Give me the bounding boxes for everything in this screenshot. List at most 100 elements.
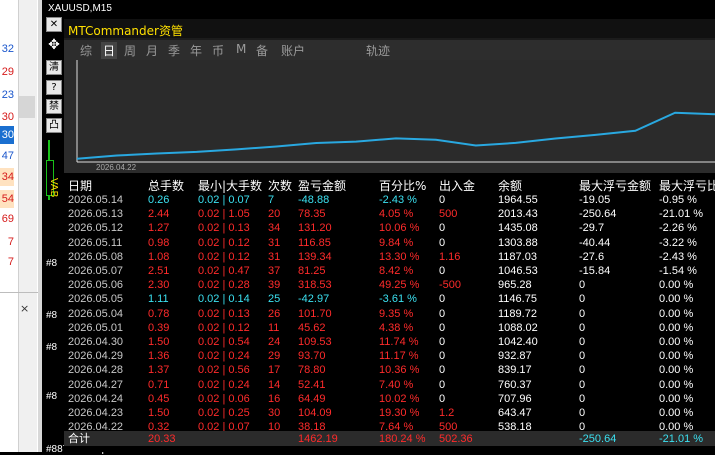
column-header[interactable]: 最大浮亏金额 <box>579 177 651 194</box>
cell-inout: 0 <box>439 336 446 348</box>
tab-0[interactable]: 综 <box>80 42 92 59</box>
cell-lots: 1.27 <box>148 222 170 235</box>
total-pct: 180.24 % <box>379 433 426 445</box>
table-row[interactable]: 2026.05.14 0.26 0.02 | 0.07 7 -48.88 -2.43 % 0… <box>64 193 715 207</box>
tab-10[interactable]: 轨迹 <box>366 42 390 59</box>
table-row[interactable]: 2026.05.06 2.30 0.02 | 0.28 39 318.53 49.25 %… <box>64 278 715 292</box>
tab-4[interactable]: 季 <box>168 42 180 59</box>
panel-splitter[interactable] <box>38 0 42 452</box>
balance-curve-line <box>76 111 715 160</box>
disable-button[interactable]: 禁 <box>46 99 62 114</box>
cell-count: 30 <box>268 407 281 419</box>
cell-lots: 2.30 <box>148 279 170 292</box>
cell-balance: 965.28 <box>498 279 532 292</box>
tab-8[interactable]: 备 <box>256 42 268 59</box>
cell-date: 2026.04.23 <box>68 407 124 419</box>
cell-maxddpct: 0.00 % <box>659 279 694 292</box>
cell-inout: 0 <box>439 293 446 306</box>
cell-pct: 10.06 % <box>379 222 420 235</box>
table-row[interactable]: 2026.05.01 0.39 0.02 | 0.12 11 45.62 4.38 % 0 1… <box>64 321 715 335</box>
cell-inout: 0 <box>439 364 446 377</box>
table-row[interactable]: 2026.04.24 0.45 0.02 | 0.06 16 64.49 10.02 % 0… <box>64 392 715 406</box>
cell-pct: 13.30 % <box>379 250 420 263</box>
cell-maxddpct: -21.01 % <box>659 208 704 221</box>
tab-5[interactable]: 年 <box>190 42 202 59</box>
tab-3[interactable]: 月 <box>146 42 158 59</box>
column-header[interactable]: 百分比% <box>379 177 426 194</box>
table-row[interactable]: 2026.04.27 0.71 0.02 | 0.24 14 52.41 7.40 % 0 7… <box>64 378 715 392</box>
table-row[interactable]: 2026.05.04 0.78 0.02 | 0.13 26 101.70 9.35 % 0… <box>64 307 715 321</box>
cell-maxddpct: -1.54 % <box>659 265 697 277</box>
cell-maxdd: 0 <box>579 378 586 391</box>
cell-inout: 0 <box>439 392 446 405</box>
cell-pct: 10.02 % <box>379 392 420 405</box>
left-panel-scroll-thumb[interactable] <box>19 96 35 118</box>
cell-date: 2026.04.28 <box>68 364 124 377</box>
cell-pct: 8.42 % <box>379 265 414 277</box>
table-row[interactable]: 2026.05.11 0.98 0.02 | 0.12 31 116.85 9.84 % 0… <box>64 236 715 250</box>
cell-date: 2026.04.24 <box>68 392 124 405</box>
cell-pct: 4.38 % <box>379 321 414 334</box>
price-cell: 30 <box>0 126 14 144</box>
cell-pct: 7.40 % <box>379 378 414 391</box>
cell-date: 2026.05.12 <box>68 222 124 235</box>
cell-pct: 11.74 % <box>379 336 419 348</box>
column-header[interactable]: 出入金 <box>439 177 475 194</box>
cell-count: 34 <box>268 222 281 235</box>
cell-minmax: 0.02 | 0.47 <box>198 265 250 277</box>
help-button[interactable]: ? <box>46 80 62 95</box>
column-header[interactable]: 最小|大手数 <box>198 177 262 194</box>
cell-date: 2026.05.14 <box>68 194 124 206</box>
tab-2[interactable]: 周 <box>124 42 136 59</box>
cell-minmax: 0.02 | 0.54 <box>198 336 250 348</box>
tab-7[interactable]: M <box>236 42 246 56</box>
move-icon[interactable]: ✥ <box>46 38 62 54</box>
table-row[interactable]: 2026.05.05 1.11 0.02 | 0.14 25 -42.97 -3.61 %… <box>64 292 715 306</box>
table-row[interactable]: 2026.04.23 1.50 0.02 | 0.25 30 104.09 19.30 %… <box>64 406 715 420</box>
cell-count: 20 <box>268 208 281 221</box>
column-header[interactable]: 余额 <box>498 177 522 194</box>
cell-count: 11 <box>268 321 280 334</box>
cell-count: 25 <box>268 293 281 306</box>
tab-9[interactable]: 账户 <box>281 42 305 59</box>
chart-order-label: #8 <box>46 258 58 269</box>
cell-maxdd: -29.7 <box>579 222 605 235</box>
column-header[interactable]: 次数 <box>268 177 292 194</box>
cell-count: 31 <box>268 250 281 263</box>
table-row[interactable]: 2026.04.28 1.37 0.02 | 0.56 17 78.80 10.36 % 0… <box>64 363 715 377</box>
cell-maxdd: 0 <box>579 407 586 419</box>
tab-1[interactable]: 日 <box>101 42 118 59</box>
price-cell: 54 <box>0 190 14 208</box>
column-header[interactable]: 日期 <box>68 177 92 194</box>
table-row[interactable]: 2026.05.08 1.08 0.02 | 0.12 31 139.34 13.30 %… <box>64 250 715 264</box>
left-panel-close-icon[interactable]: × <box>20 302 29 315</box>
left-panel-scrollbar[interactable] <box>18 0 37 452</box>
balance-curve-area <box>64 60 715 173</box>
column-header[interactable]: 总手数 <box>148 177 184 194</box>
table-row[interactable]: 2026.04.30 1.50 0.02 | 0.54 24 109.53 11.74 %… <box>64 335 715 349</box>
cell-inout: 0 <box>439 321 446 334</box>
window-button[interactable]: 凸 <box>46 118 62 133</box>
tab-6[interactable]: 币 <box>212 42 224 59</box>
price-cell: 7 <box>7 236 14 248</box>
clear-button[interactable]: 清 <box>46 60 62 75</box>
chart-window-title: XAUUSD,M15 <box>42 0 715 16</box>
cell-date: 2026.04.29 <box>68 350 124 363</box>
table-row[interactable]: 2026.05.13 2.44 0.02 | 1.05 20 78.35 4.05 % 50… <box>64 207 715 221</box>
cell-count: 26 <box>268 307 281 320</box>
cell-maxdd: -40.44 <box>579 236 611 249</box>
cell-minmax: 0.02 | 0.14 <box>198 293 250 306</box>
cell-date: 2026.05.06 <box>68 279 124 292</box>
table-row[interactable]: 2026.05.07 2.51 0.02 | 0.47 37 81.25 8.42 % 0 1… <box>64 264 715 278</box>
table-row[interactable]: 2026.05.12 1.27 0.02 | 0.13 34 131.20 10.06 %… <box>64 221 715 235</box>
column-header[interactable]: 盈亏金额 <box>298 177 346 194</box>
cell-count: 29 <box>268 350 281 363</box>
cell-pct: 4.05 % <box>379 208 414 221</box>
close-icon[interactable]: ✕ <box>46 17 62 32</box>
cell-pnl: 81.25 <box>298 265 326 277</box>
cell-balance: 1042.40 <box>498 336 538 348</box>
cell-count: 17 <box>268 364 281 377</box>
total-maxddpct: -21.01 % <box>659 433 704 445</box>
table-row[interactable]: 2026.04.29 1.36 0.02 | 0.24 29 93.70 11.17 % 0… <box>64 349 715 363</box>
column-header[interactable]: 最大浮亏比 <box>659 177 715 194</box>
